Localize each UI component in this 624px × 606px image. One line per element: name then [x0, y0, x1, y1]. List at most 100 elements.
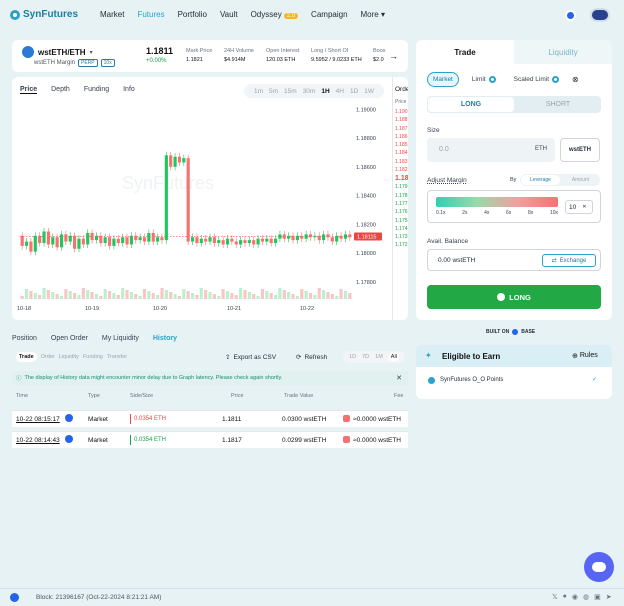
row-time[interactable]: 10-22 08:14:43 — [16, 437, 60, 444]
scaled-icon — [552, 76, 560, 83]
tab-depth[interactable]: Depth — [51, 86, 70, 94]
range-1d[interactable]: 1D — [349, 354, 356, 360]
history-panel: Trade Order Liquidity Funding Transfer ⇪… — [12, 349, 408, 453]
tab-my-liquidity[interactable]: My Liquidity — [102, 335, 139, 342]
orderbook-bid[interactable]: 1.178 — [395, 193, 408, 199]
size-input[interactable]: 0.0 ETH — [427, 138, 555, 162]
bottom-tabs: Position Open Order My Liquidity History — [12, 335, 177, 342]
order-type-limit[interactable]: Limit — [467, 73, 501, 86]
tab-trade[interactable]: Trade — [416, 40, 514, 64]
orderbook-ask[interactable]: 1.186 — [395, 134, 408, 140]
price-chart[interactable]: SynFutures 1.19000 1.18800 1.18600 1.18400 1.… — [12, 99, 392, 320]
close-icon[interactable]: ✕ — [396, 374, 402, 382]
interval-1m[interactable]: 1m — [254, 88, 263, 95]
volume-bar — [256, 296, 260, 299]
stat-value: 9.5952 / 9.0233 ETH — [311, 57, 362, 63]
orderbook-ask[interactable]: 1.187 — [395, 126, 408, 132]
tab-info[interactable]: Info — [123, 86, 135, 94]
orderbook-ask[interactable]: 1.183 — [395, 159, 408, 165]
logo[interactable]: SynFutures — [10, 9, 78, 20]
export-csv-button[interactable]: ⇪ Export as CSV — [225, 353, 276, 362]
nav-futures[interactable]: Futures — [137, 10, 164, 19]
arrow-right-icon[interactable]: → — [389, 51, 398, 61]
interval-15m[interactable]: 15m — [284, 88, 297, 95]
limit-icon — [488, 76, 496, 83]
close-icon[interactable]: ✕ — [582, 204, 586, 210]
pair-selector[interactable]: wstETH/ETH ▾ — [22, 46, 93, 58]
tab-history[interactable]: History — [153, 335, 177, 342]
range-all[interactable]: All — [388, 353, 399, 361]
nav-vault[interactable]: Vault — [220, 10, 238, 19]
rules-link[interactable]: ⊕ Rules — [572, 352, 598, 360]
interval-1w[interactable]: 1W — [364, 88, 374, 95]
orderbook-ask[interactable]: 1.190 — [395, 109, 408, 115]
stat-open-interest: Open Interest 120.03 ETH — [266, 47, 299, 65]
tab-funding[interactable]: Funding — [84, 86, 109, 94]
orderbook-bid[interactable]: 1.173 — [395, 234, 408, 240]
subtab-order[interactable]: Order — [41, 354, 55, 360]
nav-market[interactable]: Market — [100, 10, 124, 19]
short-tab[interactable]: SHORT — [515, 96, 601, 113]
interval-5m[interactable]: 5m — [269, 88, 278, 95]
row-time[interactable]: 10-22 08:15:17 — [16, 416, 60, 423]
orderbook-ask[interactable]: 1.185 — [395, 142, 408, 148]
mode-leverage[interactable]: Leverage — [521, 175, 560, 185]
orderbook-bid[interactable]: 1.172 — [395, 242, 408, 248]
network-icon[interactable] — [565, 9, 576, 21]
docs-icon[interactable]: ▣ — [594, 593, 601, 601]
subtab-funding[interactable]: Funding — [83, 354, 103, 360]
long-button[interactable]: LONG — [427, 285, 601, 309]
range-1m[interactable]: 1M — [375, 354, 383, 360]
explorer-icon[interactable] — [65, 414, 73, 422]
explorer-icon[interactable] — [65, 435, 73, 443]
tab-open-order[interactable]: Open Order — [51, 335, 88, 342]
twitter-icon[interactable]: 𝕏 — [552, 593, 558, 601]
settings-icon[interactable]: ⊗ — [572, 75, 579, 84]
interval-1h[interactable]: 1H — [321, 88, 329, 95]
subtab-trade[interactable]: Trade — [16, 352, 37, 362]
candle — [94, 235, 99, 241]
volume-bar — [46, 290, 50, 299]
orderbook-bid[interactable]: 1.176 — [395, 209, 408, 215]
order-type-scaled[interactable]: Scaled Limit — [509, 73, 564, 86]
exchange-button[interactable]: ⇄ Exchange — [542, 254, 596, 267]
orderbook-ask[interactable]: 1.182 — [395, 167, 408, 173]
volume-bar — [269, 293, 273, 299]
nav-campaign[interactable]: Campaign — [311, 10, 347, 19]
orderbook-bid[interactable]: 1.179 — [395, 184, 408, 190]
discord-button[interactable] — [584, 552, 614, 582]
medium-icon[interactable]: ● — [563, 593, 567, 601]
refresh-button[interactable]: ⟳ Refresh — [296, 353, 327, 362]
tab-position[interactable]: Position — [12, 335, 37, 342]
mode-amount[interactable]: Amount — [561, 174, 600, 186]
orderbook-ask[interactable]: 1.188 — [395, 117, 408, 123]
tab-price[interactable]: Price — [20, 86, 38, 94]
range-7d[interactable]: 7D — [362, 354, 369, 360]
leverage-input[interactable]: 10 ✕ — [565, 200, 593, 214]
interval-1d[interactable]: 1D — [350, 88, 358, 95]
nav-more[interactable]: More ▾ — [361, 10, 385, 19]
orderbook-bid[interactable]: 1.175 — [395, 218, 408, 224]
candle — [300, 235, 304, 239]
orderbook-bid[interactable]: 1.174 — [395, 226, 408, 232]
orderbook-bid[interactable]: 1.177 — [395, 201, 408, 207]
nav-portfolio[interactable]: Portfolio — [178, 10, 207, 19]
long-tab[interactable]: LONG — [428, 97, 514, 112]
wallet-avatar[interactable] — [590, 8, 610, 22]
volume-bar — [134, 294, 138, 299]
subtab-transfer[interactable]: Transfer — [107, 354, 127, 360]
interval-4h[interactable]: 4H — [336, 88, 344, 95]
size-token-selector[interactable]: wstETH — [560, 138, 600, 162]
github-icon[interactable]: ◉ — [572, 593, 578, 601]
tab-liquidity[interactable]: Liquidity — [514, 40, 612, 64]
leverage-slider[interactable] — [436, 197, 558, 207]
orderbook-ask[interactable]: 1.184 — [395, 150, 408, 156]
candle — [59, 234, 64, 248]
subtab-liquidity[interactable]: Liquidity — [59, 354, 79, 360]
telegram-icon[interactable]: ➤ — [606, 593, 612, 601]
discord-icon[interactable]: ◍ — [583, 593, 589, 601]
volume-bar — [164, 290, 168, 299]
nav-odyssey[interactable]: Odyssey 2.0 — [251, 10, 299, 19]
interval-30m[interactable]: 30m — [303, 88, 316, 95]
order-type-market[interactable]: Market — [427, 72, 459, 87]
